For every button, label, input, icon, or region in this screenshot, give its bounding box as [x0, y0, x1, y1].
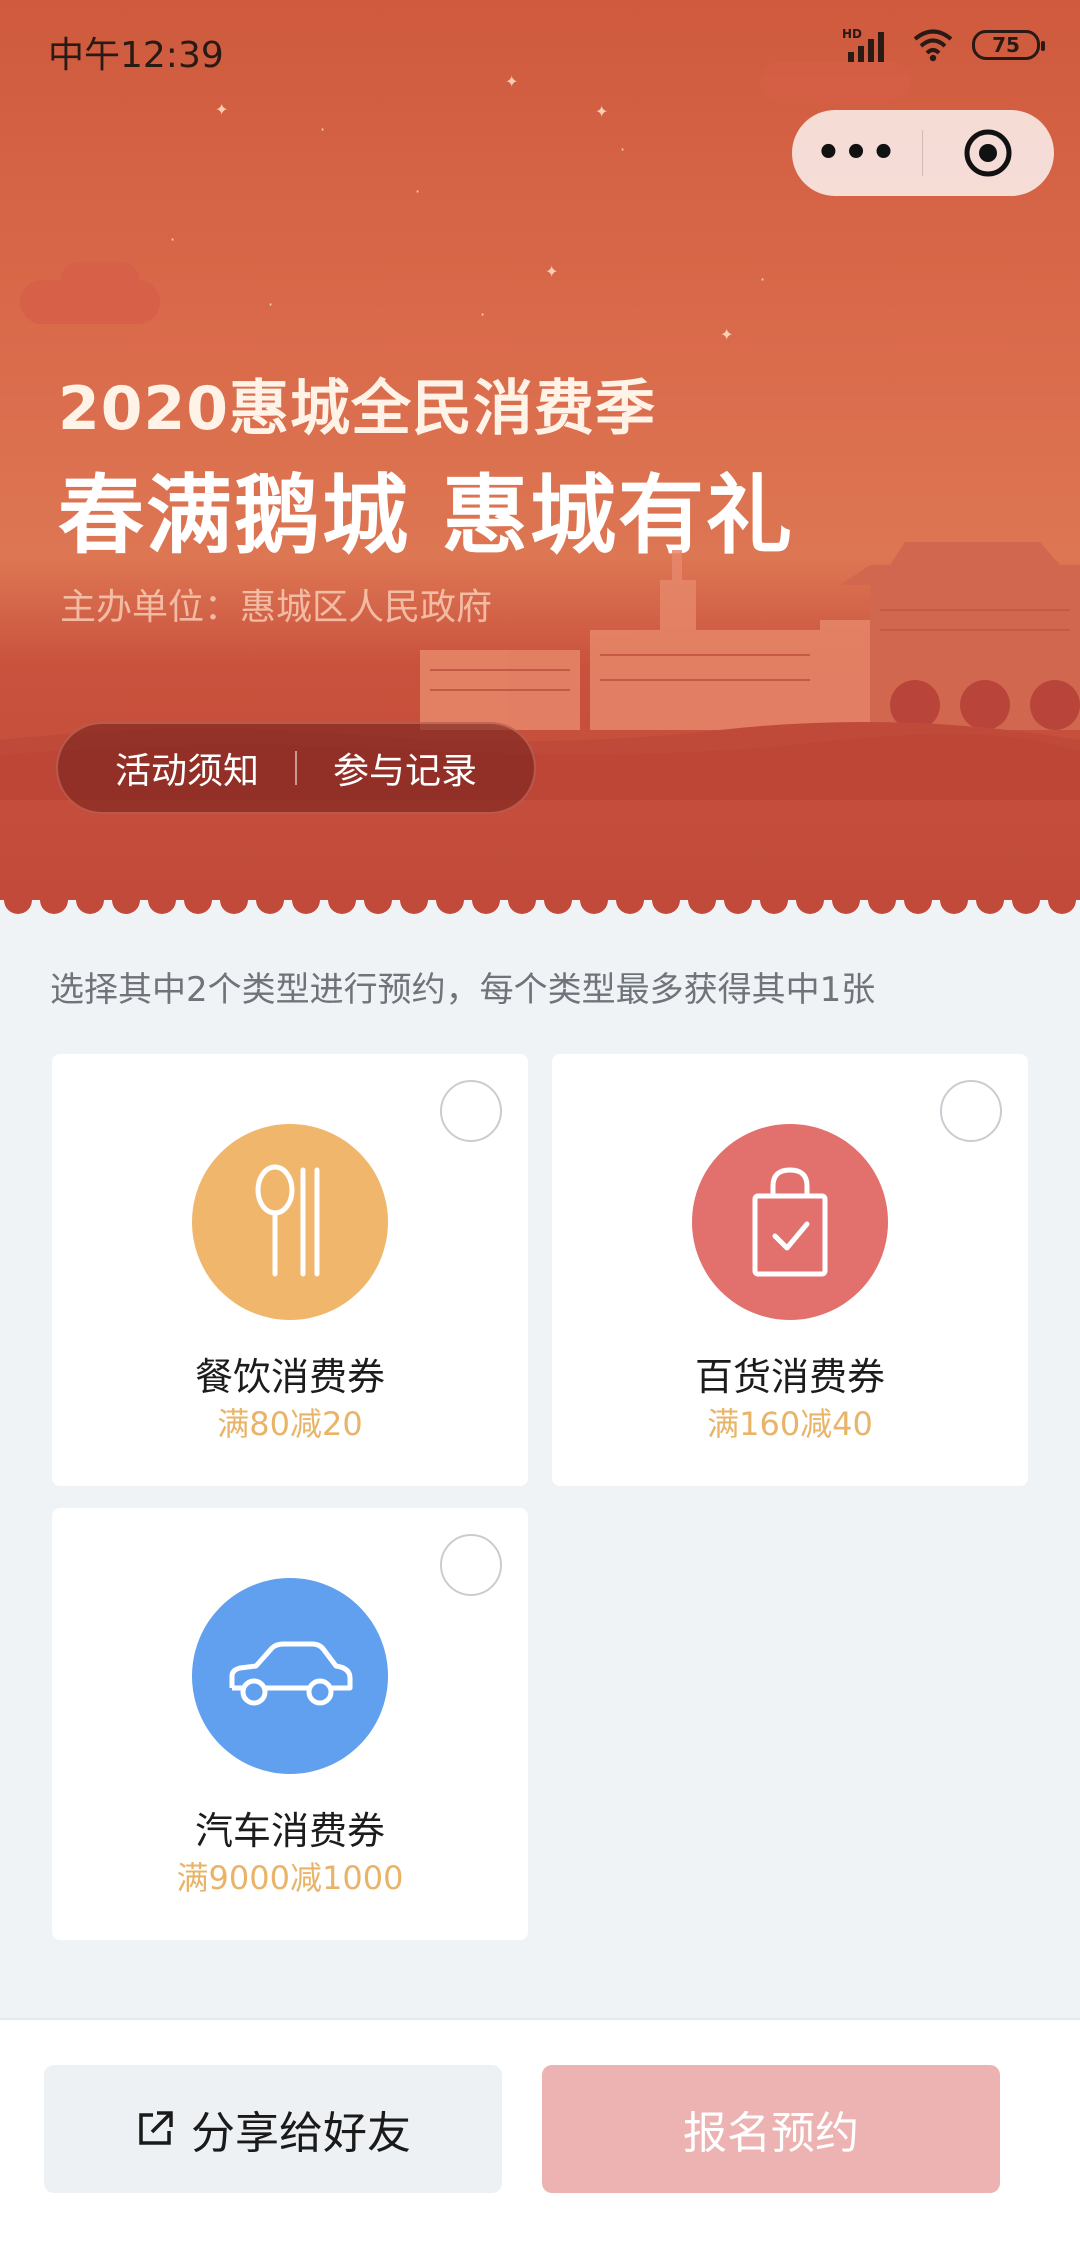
status-time: 中午12:39: [48, 35, 224, 76]
selection-hint: 选择其中2个类型进行预约，每个类型最多获得其中1张: [50, 970, 876, 1010]
coupon-icon-circle: [192, 1578, 388, 1774]
svg-text:HD: HD: [842, 27, 862, 41]
coupon-name: 汽车消费券: [194, 1809, 385, 1853]
hero-banner: ✦ · ✦ ✦ · · · ✦ ✦ · · · 中午12:39 HD 75 ••…: [0, 0, 1080, 900]
car-icon: [229, 1641, 353, 1706]
share-to-friends-button[interactable]: 分享给好友: [44, 2065, 502, 2193]
share-label: 分享给好友: [191, 2108, 411, 2159]
spoon-chopsticks-icon: [255, 1164, 320, 1277]
scallop-edge: [0, 884, 1080, 914]
battery-icon: 75: [972, 30, 1045, 60]
hero-title-line1: 2020惠城全民消费季: [58, 374, 656, 444]
more-menu-button[interactable]: •••: [792, 130, 922, 176]
select-radio[interactable]: [440, 1534, 502, 1596]
close-program-button[interactable]: [923, 128, 1053, 178]
cloud-decoration: [60, 262, 140, 302]
coupon-rule: 满9000减1000: [176, 1859, 404, 1897]
external-link-icon: [135, 2109, 175, 2149]
wifi-icon: [913, 29, 953, 62]
tab-participation-records[interactable]: 参与记录: [333, 742, 477, 794]
hero-tab-pill: 活动须知 参与记录: [56, 722, 536, 814]
status-bar: 中午12:39 HD 75: [48, 26, 1045, 76]
coupon-name: 百货消费券: [694, 1355, 885, 1399]
coupon-rule: 满160减40: [707, 1405, 873, 1443]
register-booking-button[interactable]: 报名预约: [542, 2065, 1000, 2193]
select-radio[interactable]: [940, 1080, 1002, 1142]
coupon-card-automobile[interactable]: 汽车消费券 满9000减1000: [52, 1508, 528, 1940]
signal-icon: HD: [842, 27, 884, 62]
mini-program-capsule: •••: [792, 110, 1054, 196]
pill-divider: [295, 751, 297, 785]
coupon-name: 餐饮消费券: [194, 1355, 385, 1399]
shopping-bag-icon: [752, 1167, 828, 1277]
coupon-icon-circle: [692, 1124, 888, 1320]
coupon-rule: 满80减20: [217, 1405, 363, 1443]
booking-label: 报名预约: [683, 2108, 859, 2159]
coupon-card-department-store[interactable]: 百货消费券 满160减40: [552, 1054, 1028, 1486]
target-icon: [964, 129, 1012, 177]
coupon-card-dining[interactable]: 餐饮消费券 满80减20: [52, 1054, 528, 1486]
bottom-action-bar: 分享给好友 报名预约: [0, 2018, 1080, 2248]
tab-activity-notice[interactable]: 活动须知: [115, 742, 259, 794]
select-radio[interactable]: [440, 1080, 502, 1142]
coupon-icon-circle: [192, 1124, 388, 1320]
